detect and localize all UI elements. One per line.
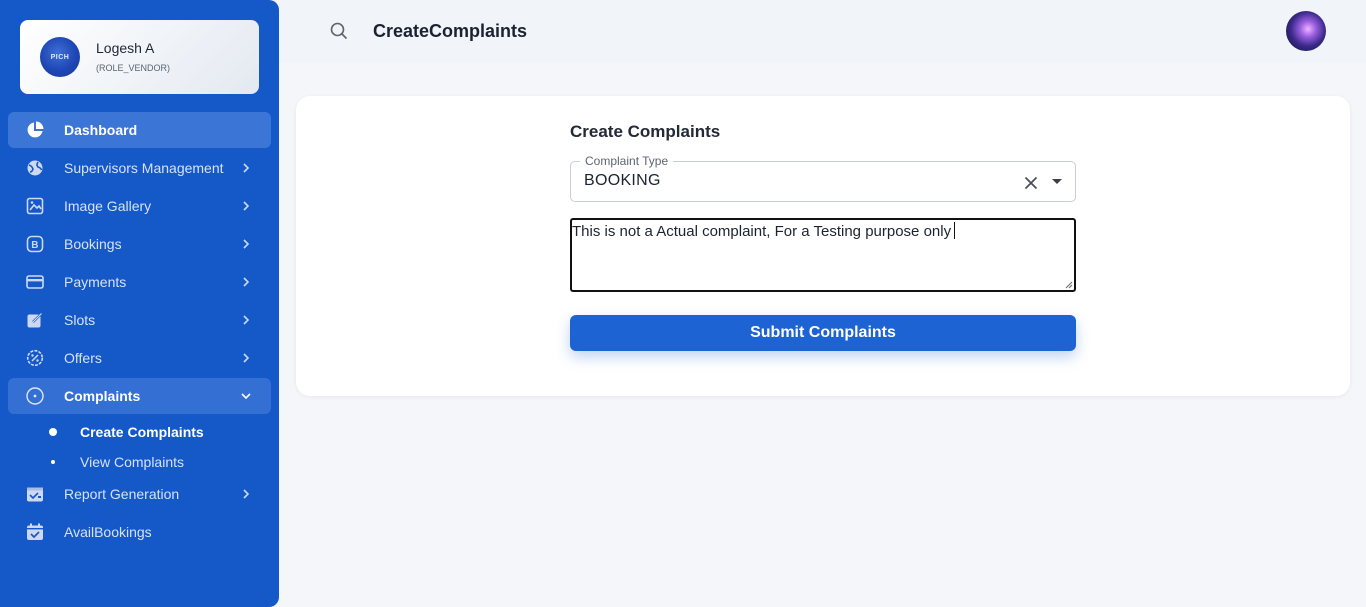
avatar: PICH: [40, 37, 80, 77]
sidebar-item-label: Image Gallery: [64, 198, 152, 214]
bookings-icon: B: [26, 235, 44, 253]
chevron-down-icon: [241, 393, 251, 400]
sidebar-item-dashboard[interactable]: Dashboard: [8, 112, 271, 148]
form-heading: Create Complaints: [570, 122, 721, 141]
chevron-right-icon: [243, 489, 250, 499]
svg-text:B: B: [31, 240, 38, 251]
sidebar-item-label: Slots: [64, 312, 96, 328]
pie-chart-icon: [26, 121, 44, 139]
search-icon[interactable]: [329, 21, 349, 41]
sidebar-item-availbookings[interactable]: AvailBookings: [8, 514, 271, 550]
sidebar-item-complaints[interactable]: Complaints: [8, 378, 271, 414]
user-name: Logesh A: [96, 40, 155, 56]
sidebar-item-label: Dashboard: [64, 122, 138, 138]
chevron-right-icon: [243, 277, 250, 287]
complaint-type-label: Complaint Type: [580, 154, 674, 168]
user-role: (ROLE_VENDOR): [96, 63, 171, 73]
sidebar-subitem-create-complaints[interactable]: Create Complaints: [0, 418, 279, 446]
sidebar-item-label: Payments: [64, 274, 127, 290]
complaint-description-textarea[interactable]: This is not a Actual complaint, For a Te…: [570, 218, 1076, 292]
sidebar-item-label: Complaints: [64, 388, 141, 404]
sidebar-item-label: Supervisors Management: [64, 160, 224, 176]
edit-slot-icon: [26, 311, 44, 329]
bullet-icon: [51, 460, 55, 464]
sidebar-item-offers[interactable]: Offers: [8, 340, 271, 376]
credit-card-icon: [26, 273, 44, 291]
complaint-type-select[interactable]: Complaint Type BOOKING: [570, 154, 1076, 202]
top-bar: CreateComplaints: [279, 0, 1366, 62]
page-title: CreateComplaints: [373, 21, 528, 41]
create-complaint-card: Create Complaints Complaint Type BOOKING…: [296, 96, 1350, 396]
circle-dot-icon: [26, 387, 44, 405]
calendar-check-icon: [26, 523, 44, 541]
sidebar-item-slots[interactable]: Slots: [8, 302, 271, 338]
complaint-description-text: This is not a Actual complaint, For a Te…: [572, 223, 952, 240]
sidebar-item-payments[interactable]: Payments: [8, 264, 271, 300]
avatar-text: PICH: [50, 53, 70, 61]
globe-icon: [26, 159, 44, 177]
chevron-right-icon: [243, 353, 250, 363]
avatar[interactable]: [1286, 11, 1326, 51]
resize-handle-icon[interactable]: [1065, 281, 1073, 289]
clear-icon[interactable]: [1022, 174, 1040, 192]
sidebar-item-report-generation[interactable]: Report Generation: [8, 476, 271, 512]
user-profile-card[interactable]: PICH Logesh A (ROLE_VENDOR): [20, 20, 259, 94]
sidebar-subitem-label: View Complaints: [80, 454, 185, 470]
chevron-right-icon: [243, 239, 250, 249]
sidebar-subitem-label: Create Complaints: [80, 424, 204, 440]
sidebar-item-bookings[interactable]: B Bookings: [8, 226, 271, 262]
sidebar-subitem-view-complaints[interactable]: View Complaints: [0, 448, 279, 476]
complaint-type-value: BOOKING: [584, 172, 661, 189]
sidebar-item-image-gallery[interactable]: Image Gallery: [8, 188, 271, 224]
dropdown-arrow-icon[interactable]: [1052, 179, 1062, 184]
active-bullet-icon: [49, 428, 57, 436]
sidebar-item-label: Offers: [64, 350, 102, 366]
sidebar-item-label: AvailBookings: [64, 524, 152, 540]
submit-complaints-button[interactable]: Submit Complaints: [570, 315, 1076, 351]
text-caret: [954, 222, 956, 239]
sidebar-item-supervisors-management[interactable]: Supervisors Management: [8, 150, 271, 186]
discount-icon: [26, 349, 44, 367]
report-icon: [26, 485, 44, 503]
image-gallery-icon: [26, 197, 44, 215]
sidebar-item-label: Bookings: [64, 236, 122, 252]
chevron-right-icon: [243, 201, 250, 211]
chevron-right-icon: [243, 163, 250, 173]
sidebar-item-label: Report Generation: [64, 486, 180, 502]
chevron-right-icon: [243, 315, 250, 325]
sidebar: PICH Logesh A (ROLE_VENDOR) Dashboard Su…: [0, 0, 279, 607]
